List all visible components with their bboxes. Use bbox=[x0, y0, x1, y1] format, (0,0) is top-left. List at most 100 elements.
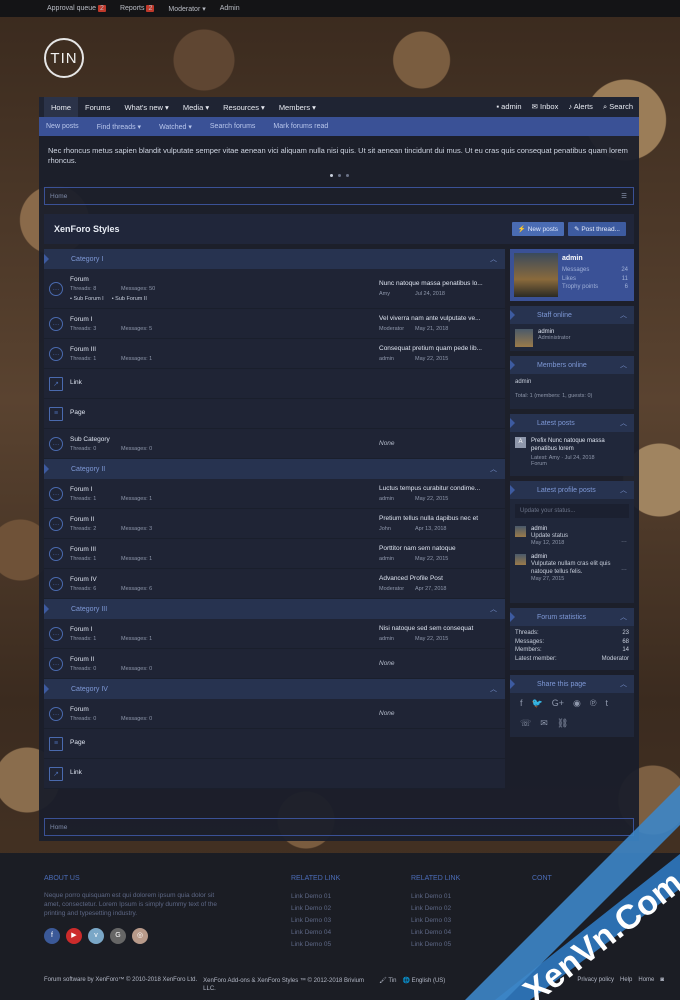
footer-link[interactable]: Link Demo 05 bbox=[411, 939, 460, 951]
pager-dot[interactable] bbox=[337, 174, 341, 177]
node-title[interactable]: Forum III bbox=[70, 346, 380, 353]
pager-dot[interactable] bbox=[329, 174, 333, 177]
footer-nav-link[interactable]: Privacy policy bbox=[577, 977, 614, 993]
youtube-icon[interactable]: ▶ bbox=[66, 928, 82, 944]
more-icon[interactable]: … bbox=[621, 566, 627, 572]
breadcrumb-home[interactable]: Home bbox=[50, 193, 67, 200]
forum-stats-header[interactable]: Forum statistics ︿ bbox=[510, 608, 634, 626]
last-post-user[interactable]: Amy bbox=[379, 291, 415, 297]
latest-post-forum[interactable]: Forum bbox=[531, 461, 626, 467]
node-title[interactable]: Forum I bbox=[70, 486, 380, 493]
profile-posts-header[interactable]: Latest profile posts ︿ bbox=[510, 481, 634, 499]
last-post-user[interactable]: admin bbox=[379, 356, 415, 362]
footer-nav-link[interactable]: Help bbox=[620, 977, 632, 993]
node-title[interactable]: Sub Category bbox=[70, 436, 380, 443]
node-title[interactable]: Forum bbox=[70, 276, 380, 283]
facebook-icon[interactable]: f bbox=[520, 698, 523, 709]
category-header[interactable]: Category I ︿ bbox=[44, 249, 505, 269]
language-chooser[interactable]: 🌐 English (US) bbox=[402, 977, 445, 993]
profile-name[interactable]: admin bbox=[562, 255, 628, 262]
twitter-icon[interactable]: 🐦 bbox=[532, 698, 543, 709]
last-post-user[interactable]: admin bbox=[379, 636, 415, 642]
subnav-link[interactable]: Watched ▾ bbox=[159, 123, 192, 131]
last-post-title[interactable]: Vel viverra nam ante vulputate ve... bbox=[379, 315, 499, 322]
pinterest-icon[interactable]: ℗ bbox=[590, 698, 597, 709]
node-title[interactable]: Forum III bbox=[70, 546, 380, 553]
footer-link[interactable]: Link Demo 04 bbox=[291, 927, 340, 939]
last-post-title[interactable]: Advanced Profile Post bbox=[379, 575, 499, 582]
last-post-user[interactable]: admin bbox=[379, 496, 415, 502]
subnav-link[interactable]: New posts bbox=[46, 123, 79, 130]
node-title[interactable]: Page bbox=[70, 409, 380, 416]
staff-online-header[interactable]: Staff online ︿ bbox=[510, 306, 634, 324]
alerts-link[interactable]: ♪ Alerts bbox=[568, 102, 593, 112]
share-header[interactable]: Share this page ︿ bbox=[510, 675, 634, 693]
footer-link[interactable]: Link Demo 03 bbox=[411, 915, 460, 927]
addons-credit[interactable]: XenForo Add-ons & XenForo Styles ™ © 201… bbox=[203, 977, 373, 993]
avatar[interactable] bbox=[515, 526, 526, 537]
subnav-link[interactable]: Find threads ▾ bbox=[97, 123, 141, 131]
inbox-link[interactable]: ✉ Inbox bbox=[532, 102, 559, 112]
topbar-item[interactable]: Approval queue 2 bbox=[47, 5, 106, 12]
nav-tab-5[interactable]: Members ▾ bbox=[272, 97, 323, 117]
last-post-user[interactable]: Moderator bbox=[379, 326, 415, 332]
email-icon[interactable]: ✉ bbox=[540, 718, 548, 729]
subforum-link[interactable]: • Sub Forum I bbox=[70, 296, 104, 302]
last-post-user[interactable]: Moderator bbox=[379, 586, 415, 592]
node-title[interactable]: Link bbox=[70, 769, 380, 776]
node-title[interactable]: Forum II bbox=[70, 516, 380, 523]
subnav-link[interactable]: Mark forums read bbox=[273, 123, 328, 130]
subnav-link[interactable]: Search forums bbox=[210, 123, 256, 130]
topbar-item[interactable]: Moderator ▾ bbox=[168, 5, 205, 13]
user-menu[interactable]: ▪ admin bbox=[496, 102, 521, 112]
category-header[interactable]: Category III ︿ bbox=[44, 599, 505, 619]
last-post-title[interactable]: Nunc natoque massa penatibus lo... bbox=[379, 280, 499, 287]
google-plus-icon[interactable]: G bbox=[110, 928, 126, 944]
avatar[interactable]: A bbox=[515, 437, 526, 448]
footer-link[interactable]: Link Demo 05 bbox=[291, 939, 340, 951]
latest-posts-header[interactable]: Latest posts ︿ bbox=[510, 414, 634, 432]
vimeo-icon[interactable]: v bbox=[88, 928, 104, 944]
last-post-user[interactable]: admin bbox=[379, 556, 415, 562]
footer-link[interactable]: Link Demo 01 bbox=[411, 891, 460, 903]
last-post-title[interactable]: Porttitor nam sem natoque bbox=[379, 545, 499, 552]
instagram-icon[interactable]: ◎ bbox=[132, 928, 148, 944]
members-online-header[interactable]: Members online ︿ bbox=[510, 356, 634, 374]
nav-tab-2[interactable]: What's new ▾ bbox=[117, 97, 175, 117]
subforum-link[interactable]: • Sub Forum II bbox=[112, 296, 147, 302]
nav-tab-4[interactable]: Resources ▾ bbox=[216, 97, 272, 117]
node-title[interactable]: Forum bbox=[70, 706, 380, 713]
new-posts-button[interactable]: ⚡ New posts bbox=[511, 222, 565, 236]
node-title[interactable]: Forum IV bbox=[70, 576, 380, 583]
style-chooser[interactable]: 🖌 Tin bbox=[379, 977, 396, 993]
node-title[interactable]: Page bbox=[70, 739, 380, 746]
online-member[interactable]: admin bbox=[515, 379, 629, 385]
nav-tab-1[interactable]: Forums bbox=[78, 97, 117, 117]
more-icon[interactable]: … bbox=[621, 538, 627, 544]
link-icon[interactable]: ⛓ bbox=[557, 718, 568, 729]
topbar-item[interactable]: Admin bbox=[220, 5, 240, 12]
footer-link[interactable]: Link Demo 02 bbox=[411, 903, 460, 915]
pager-dot[interactable] bbox=[345, 174, 349, 177]
nav-tab-0[interactable]: Home bbox=[44, 97, 79, 117]
last-post-user[interactable]: John bbox=[379, 526, 415, 532]
breadcrumb-home[interactable]: Home bbox=[50, 824, 67, 831]
node-title[interactable]: Forum I bbox=[70, 626, 380, 633]
search-link[interactable]: ⌕ Search bbox=[603, 102, 633, 112]
whatsapp-icon[interactable]: ☏ bbox=[520, 718, 531, 729]
rss-icon[interactable]: ◙ bbox=[660, 977, 664, 993]
post-thread-button[interactable]: ✎ Post thread... bbox=[568, 222, 626, 236]
footer-link[interactable]: Link Demo 01 bbox=[291, 891, 340, 903]
topbar-item[interactable]: Reports 2 bbox=[120, 5, 155, 12]
facebook-icon[interactable]: f bbox=[44, 928, 60, 944]
reddit-icon[interactable]: ◉ bbox=[573, 698, 581, 709]
avatar[interactable] bbox=[515, 554, 526, 565]
filter-icon[interactable]: ☰ bbox=[621, 192, 627, 200]
avatar[interactable] bbox=[515, 329, 533, 347]
node-title[interactable]: Forum II bbox=[70, 656, 380, 663]
google-plus-icon[interactable]: G+ bbox=[552, 698, 564, 709]
category-header[interactable]: Category II ︿ bbox=[44, 459, 505, 479]
footer-link[interactable]: Link Demo 02 bbox=[291, 903, 340, 915]
footer-link[interactable]: Link Demo 04 bbox=[411, 927, 460, 939]
nav-tab-3[interactable]: Media ▾ bbox=[176, 97, 216, 117]
